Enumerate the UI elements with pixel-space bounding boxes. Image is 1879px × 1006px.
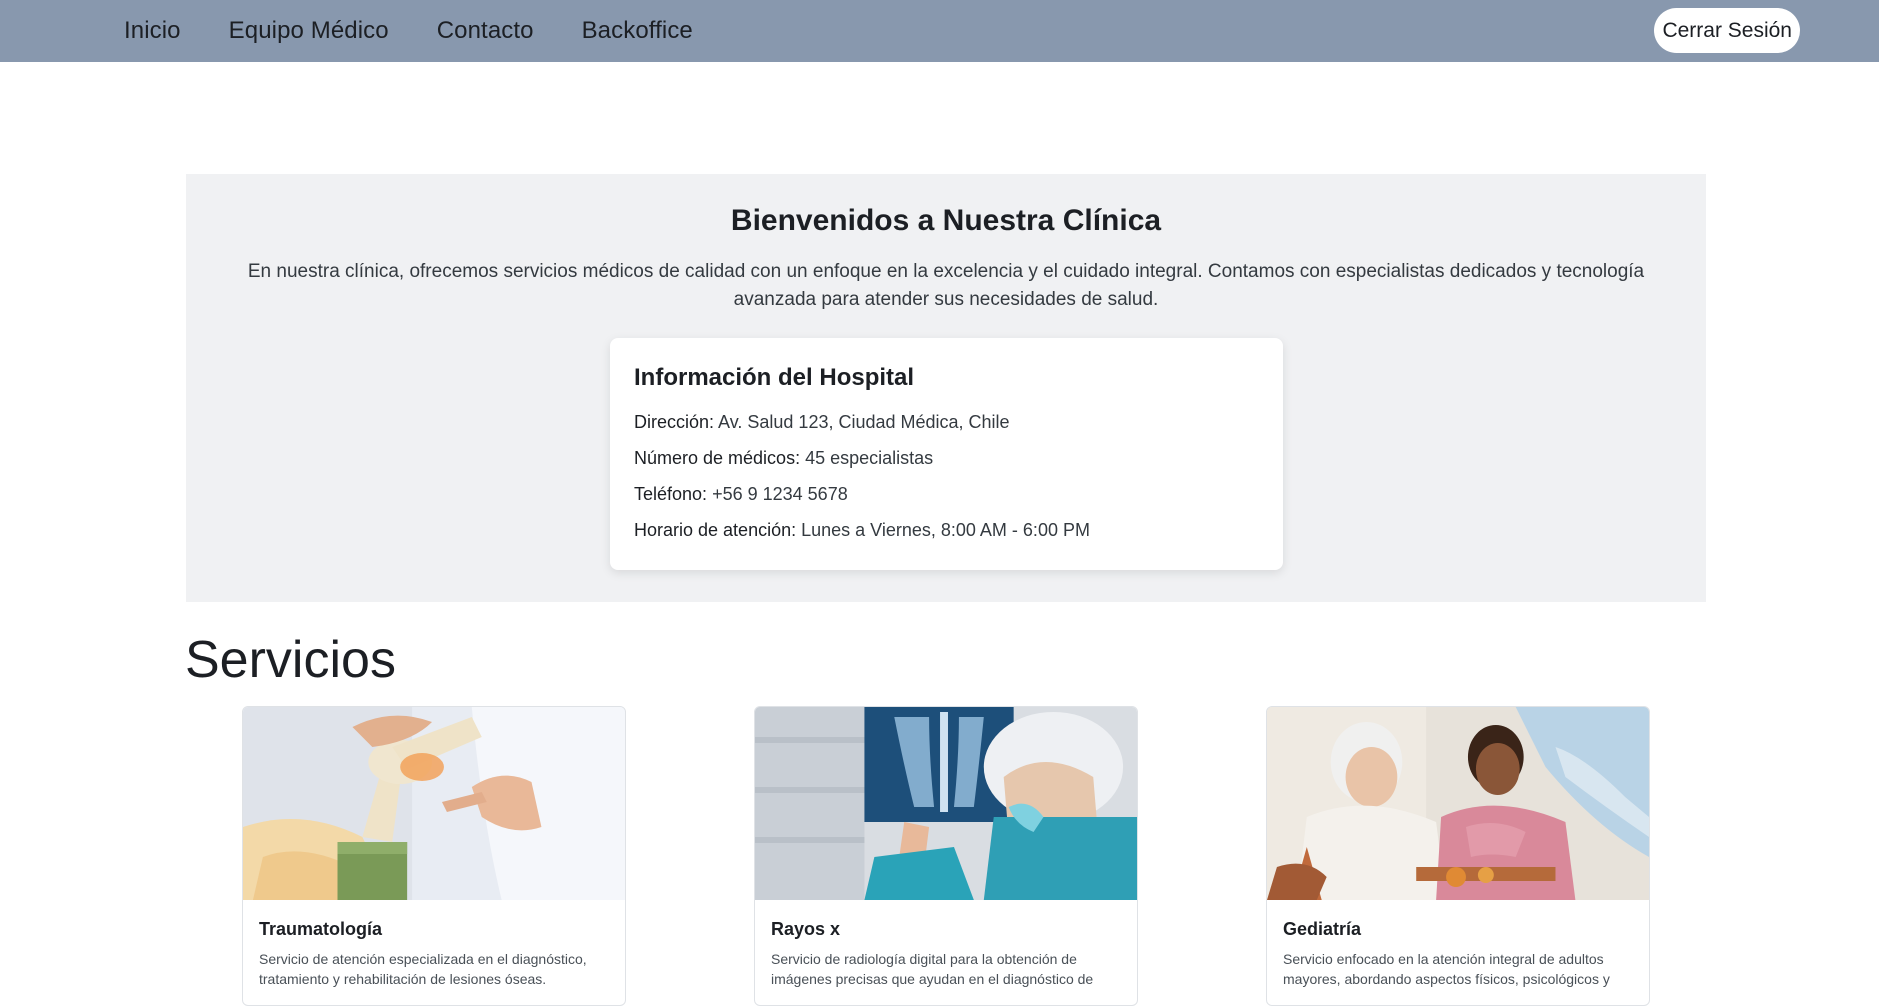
service-image-xray [755, 707, 1137, 900]
info-row-doctors: Número de médicos: 45 especialistas [634, 448, 933, 469]
info-value: Av. Salud 123, Ciudad Médica, Chile [718, 412, 1010, 432]
service-name: Gediatría [1283, 919, 1362, 939]
service-description: Servicio de atención especializada en el… [259, 951, 587, 987]
service-name: Rayos x [771, 919, 841, 939]
hospital-info-title: Información del Hospital [634, 364, 915, 391]
info-label: Dirección: [634, 412, 715, 432]
services-title: Servicios [185, 631, 396, 689]
info-value: 45 especialistas [805, 448, 934, 468]
info-row-phone: Teléfono: +56 9 1234 5678 [634, 484, 848, 505]
service-description: Servicio de radiología digital para la o… [771, 951, 1094, 987]
top-navbar: Inicio Equipo Médico Contacto Backoffice… [0, 0, 1879, 62]
info-row-address: Dirección: Av. Salud 123, Ciudad Médica,… [634, 412, 1010, 433]
info-row-hours: Horario de atención: Lunes a Viernes, 8:… [634, 520, 1090, 541]
welcome-text: En nuestra clínica, ofrecemos servicios … [247, 261, 1645, 310]
welcome-title: Bienvenidos a Nuestra Clínica [730, 204, 1162, 237]
service-card-traumatologia[interactable]: Traumatología Servicio de atención espec… [242, 706, 626, 1006]
info-label: Teléfono: [634, 484, 708, 504]
info-label: Horario de atención: [634, 520, 797, 540]
service-card-rayos-x[interactable]: Rayos x Servicio de radiología digital p… [754, 706, 1138, 1006]
nav-link-contacto[interactable]: Contacto [437, 17, 534, 45]
nav-links: Inicio Equipo Médico Contacto Backoffice [124, 0, 741, 62]
service-card-gediatria[interactable]: Gediatría Servicio enfocado en la atenci… [1266, 706, 1650, 1006]
nav-link-inicio[interactable]: Inicio [124, 17, 181, 45]
info-value: Lunes a Viernes, 8:00 AM - 6:00 PM [801, 520, 1090, 540]
nav-link-backoffice[interactable]: Backoffice [582, 17, 693, 45]
service-image-knee-model [243, 707, 625, 900]
service-image-elderly-care [1267, 707, 1649, 900]
logout-button[interactable]: Cerrar Sesión [1654, 8, 1800, 53]
info-value: +56 9 1234 5678 [712, 484, 848, 504]
welcome-section: Bienvenidos a Nuestra Clínica En nuestra… [186, 174, 1706, 602]
nav-link-equipo-medico[interactable]: Equipo Médico [229, 17, 389, 45]
service-name: Traumatología [259, 919, 383, 939]
service-description: Servicio enfocado en la atención integra… [1283, 951, 1610, 987]
hospital-info-card: Información del Hospital Dirección: Av. … [610, 338, 1283, 570]
info-label: Número de médicos: [634, 448, 801, 468]
